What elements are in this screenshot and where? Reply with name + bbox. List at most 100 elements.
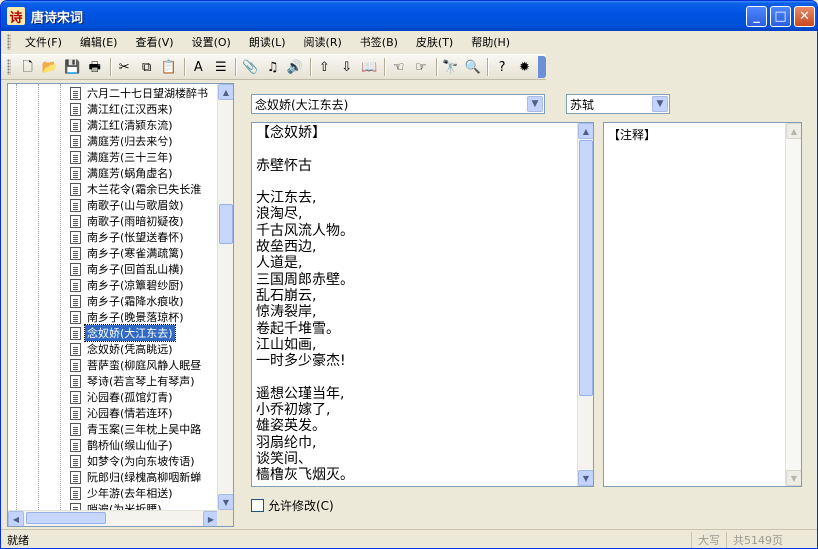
- book-icon[interactable]: 📖: [358, 57, 379, 77]
- tree-item[interactable]: 菩萨蛮(柳庭风静人眠昼: [70, 357, 203, 373]
- copy-icon[interactable]: ⧉: [136, 57, 157, 77]
- tree-item[interactable]: 六月二十七日望湖楼醉书: [70, 85, 210, 101]
- scroll-up-icon[interactable]: ▲: [578, 123, 593, 139]
- tree-item[interactable]: 念奴娇(大江东去): [70, 324, 176, 342]
- menu-item[interactable]: 设置(O): [184, 32, 239, 52]
- document-icon: [70, 230, 81, 244]
- caps-indicator: 大写: [691, 532, 726, 548]
- allow-edit-checkbox[interactable]: [251, 499, 264, 512]
- menu-item[interactable]: 书签(B): [352, 32, 406, 52]
- tree-item[interactable]: 哨遍(为米折腰): [70, 501, 164, 510]
- chevron-down-icon[interactable]: ▼: [652, 96, 668, 112]
- poem-tree[interactable]: 六月二十七日望湖楼醉书 满江红(江汉西来) 满江红(清颍东流) 满庭芳(归去来兮) 满庭…: [7, 83, 234, 527]
- point-left-icon[interactable]: ☜: [388, 57, 409, 77]
- paperclip-icon[interactable]: 📎: [239, 57, 260, 77]
- document-icon: [70, 438, 81, 452]
- toolbar-chevron[interactable]: [538, 56, 546, 78]
- tree-item[interactable]: 木兰花令(霜余已失长淮: [70, 181, 203, 197]
- point-right-icon[interactable]: ☞: [410, 57, 431, 77]
- tree-item[interactable]: 少年游(去年相送): [70, 485, 175, 501]
- print-icon[interactable]: 🖶: [84, 57, 105, 77]
- help-icon[interactable]: ?: [491, 57, 512, 77]
- about-icon[interactable]: ✹: [514, 57, 535, 77]
- scroll-thumb[interactable]: [219, 204, 233, 244]
- toolbar-separator: [309, 58, 311, 76]
- scroll-down-icon[interactable]: ▼: [786, 470, 801, 486]
- scroll-down-icon[interactable]: ▼: [218, 494, 233, 510]
- allow-edit-checkbox-row[interactable]: 允许修改(C): [251, 497, 334, 514]
- author-combo[interactable]: 苏轼 ▼: [566, 94, 670, 114]
- tree-item[interactable]: 如梦令(为向东坡传语): [70, 453, 197, 469]
- scroll-left-icon[interactable]: ◀: [8, 511, 24, 526]
- tree-item[interactable]: 沁园春(情若连环): [70, 405, 175, 421]
- scroll-up-icon[interactable]: ▲: [786, 123, 801, 139]
- speaker-icon[interactable]: 🔊: [284, 57, 305, 77]
- tree-item[interactable]: 满庭芳(归去来兮): [70, 133, 175, 149]
- tree-item[interactable]: 南歌子(雨暗初疑夜): [70, 213, 186, 229]
- arrow-up-icon[interactable]: ⇧: [314, 57, 335, 77]
- scroll-up-icon[interactable]: ▲: [218, 84, 233, 100]
- poem-title-combo[interactable]: 念奴娇(大江东去) ▼: [251, 94, 545, 114]
- main-window: 诗 唐诗宋词 _ □ ✕ 文件(F) 编辑(E) 查看(V) 设置(O) 朗读(L) 阅读…: [0, 0, 818, 549]
- read-icon[interactable]: ♫: [262, 57, 283, 77]
- tree-item[interactable]: 满庭芳(蜗角虚名): [70, 165, 175, 181]
- tree-item[interactable]: 南乡子(凉簟碧纱厨): [70, 277, 186, 293]
- scroll-corner: [217, 510, 233, 526]
- tree-list: 六月二十七日望湖楼醉书 满江红(江汉西来) 满江红(清颍东流) 满庭芳(归去来兮) 满庭…: [8, 84, 219, 510]
- menu-item[interactable]: 文件(F): [17, 32, 70, 52]
- tree-item[interactable]: 满江红(清颍东流): [70, 117, 175, 133]
- tree-item[interactable]: 南乡子(回首乱山横): [70, 261, 186, 277]
- tree-item[interactable]: 满庭芳(三十三年): [70, 149, 175, 165]
- tree-horizontal-scrollbar[interactable]: ◀ ▶: [8, 510, 219, 526]
- search-icon[interactable]: 🔍: [462, 57, 483, 77]
- menu-item[interactable]: 查看(V): [127, 32, 181, 52]
- new-icon[interactable]: 🗋: [17, 57, 38, 77]
- menu-item[interactable]: 朗读(L): [241, 32, 294, 52]
- chevron-down-icon[interactable]: ▼: [527, 96, 543, 112]
- tree-item[interactable]: 阮郎归(绿槐高柳咽新蝉: [70, 469, 203, 485]
- hscroll-thumb[interactable]: [26, 512, 106, 524]
- document-icon: [70, 326, 81, 340]
- tree-item[interactable]: 念奴娇(凭高眺远): [70, 341, 175, 357]
- tree-item-label: 念奴娇(大江东去): [84, 324, 176, 342]
- paste-icon[interactable]: 📋: [158, 57, 179, 77]
- notes-vertical-scrollbar[interactable]: ▲ ▼: [785, 123, 801, 486]
- maximize-button[interactable]: □: [770, 6, 791, 27]
- tree-item[interactable]: 南乡子(怅望送春怀): [70, 229, 186, 245]
- format-icon[interactable]: ☰: [210, 57, 231, 77]
- tree-item[interactable]: 沁园春(孤馆灯青): [70, 389, 175, 405]
- tree-item-label: 满庭芳(三十三年): [87, 151, 173, 164]
- toolbar-grip: [7, 59, 11, 75]
- poem-text-area[interactable]: 【念奴娇】 赤壁怀古 大江东去, 浪淘尽, 千古风流人物。 故垒西边, 人道是,…: [251, 122, 594, 487]
- tree-item[interactable]: 青玉案(三年枕上吴中路: [70, 421, 203, 437]
- tree-item[interactable]: 鹊桥仙(缑山仙子): [70, 437, 175, 453]
- tree-item[interactable]: 南歌子(山与歌眉敛): [70, 197, 186, 213]
- tree-item-label: 南乡子(霜降水痕收): [87, 295, 184, 308]
- tree-item[interactable]: 南乡子(晚景落琼杯): [70, 309, 186, 325]
- menu-item[interactable]: 帮助(H): [463, 32, 518, 52]
- menu-item[interactable]: 皮肤(T): [408, 32, 461, 52]
- scroll-thumb[interactable]: [579, 140, 593, 396]
- menu-item[interactable]: 阅读(R): [296, 32, 350, 52]
- notes-text-area[interactable]: 【注释】 ▲ ▼: [603, 122, 802, 487]
- document-icon: [70, 86, 81, 100]
- open-folder-icon[interactable]: 📂: [39, 57, 60, 77]
- close-button[interactable]: ✕: [794, 6, 815, 27]
- font-color-icon[interactable]: A: [188, 57, 209, 77]
- tree-vertical-scrollbar[interactable]: ▲ ▼: [217, 84, 233, 510]
- poem-title-value: 念奴娇(大江东去): [255, 97, 349, 112]
- document-icon: [70, 166, 81, 180]
- tree-item[interactable]: 南乡子(寒雀满疏篱): [70, 245, 186, 261]
- minimize-button[interactable]: _: [746, 6, 767, 27]
- scroll-down-icon[interactable]: ▼: [578, 470, 593, 486]
- menu-item[interactable]: 编辑(E): [72, 32, 126, 52]
- title-bar[interactable]: 诗 唐诗宋词 _ □ ✕: [1, 1, 817, 31]
- find-icon[interactable]: 🔭: [440, 57, 461, 77]
- arrow-down-icon[interactable]: ⇩: [336, 57, 357, 77]
- cut-icon[interactable]: ✂: [113, 57, 134, 77]
- poem-vertical-scrollbar[interactable]: ▲ ▼: [577, 123, 593, 486]
- tree-item[interactable]: 南乡子(霜降水痕收): [70, 293, 186, 309]
- tree-item[interactable]: 琴诗(若言琴上有琴声): [70, 373, 197, 389]
- save-icon[interactable]: 💾: [62, 57, 83, 77]
- tree-item[interactable]: 满江红(江汉西来): [70, 101, 175, 117]
